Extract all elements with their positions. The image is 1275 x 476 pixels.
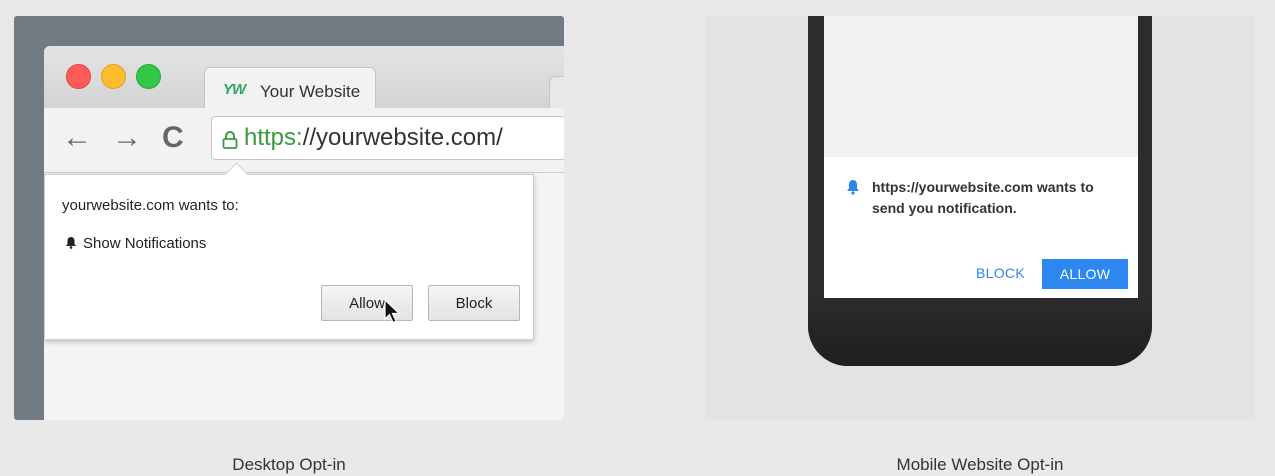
allow-button[interactable]: ALLOW [1042, 259, 1128, 289]
mouse-cursor-icon [384, 299, 401, 324]
browser-tab-your-website[interactable]: YW Your Website [204, 67, 376, 111]
prompt-heading: yourwebsite.com wants to: [62, 197, 239, 214]
back-arrow-icon[interactable]: ← [62, 121, 92, 155]
notification-prompt-card: https://yourwebsite.com wants to send yo… [824, 157, 1138, 298]
url-text: https://yourwebsite.com/ [244, 123, 503, 153]
phone-screen: https://yourwebsite.com wants to send yo… [824, 16, 1138, 298]
tab-title: Your Website [260, 82, 361, 101]
minimize-window-button[interactable] [101, 64, 126, 89]
mobile-panel: https://yourwebsite.com wants to send yo… [705, 16, 1255, 420]
permission-label: Show Notifications [83, 235, 207, 252]
url-scheme: https: [244, 124, 303, 151]
maximize-window-button[interactable] [136, 64, 161, 89]
browser-titlebar: YW Your Website [44, 46, 564, 113]
phone-chin [808, 296, 1152, 366]
mobile-caption: Mobile Website Opt-in [896, 455, 1064, 474]
browser-toolbar: ← → C https://yourwebsite.com/ [44, 108, 564, 173]
site-logo-icon: YW [223, 81, 246, 98]
desktop-panel: YW Your Website ← → C https://yourwebsit… [14, 16, 564, 420]
forward-arrow-icon[interactable]: → [112, 121, 142, 155]
address-bar[interactable]: https://yourwebsite.com/ [211, 116, 564, 160]
permission-item-notifications: Show Notifications [65, 235, 206, 252]
block-button[interactable]: Block [428, 285, 520, 321]
browser-window: YW Your Website ← → C https://yourwebsit… [44, 46, 564, 420]
permission-prompt: yourwebsite.com wants to: Show Notificat… [44, 162, 534, 340]
bell-icon [66, 237, 76, 249]
bell-icon [847, 180, 859, 195]
reload-icon[interactable]: C [162, 121, 184, 155]
lock-icon [222, 131, 238, 149]
close-window-button[interactable] [66, 64, 91, 89]
block-button[interactable]: BLOCK [976, 265, 1025, 281]
phone-device: https://yourwebsite.com wants to send yo… [808, 16, 1152, 366]
url-domain: //yourwebsite.com/ [302, 124, 503, 151]
notification-message: https://yourwebsite.com wants to send yo… [872, 179, 1094, 216]
desktop-caption: Desktop Opt-in [232, 455, 346, 474]
